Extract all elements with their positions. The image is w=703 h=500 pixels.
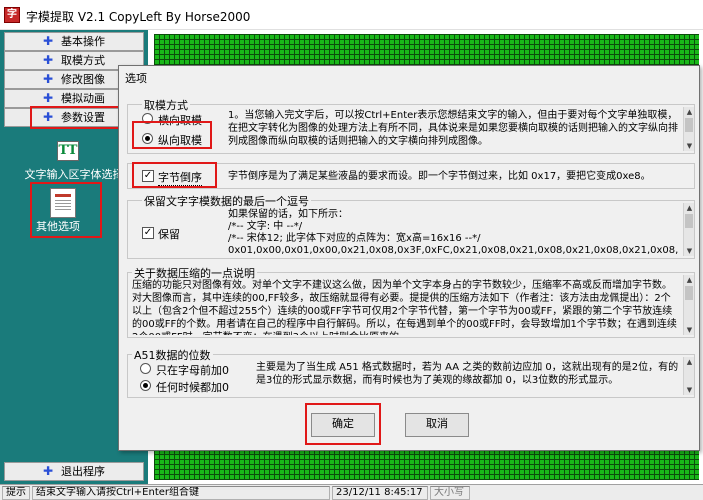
dialog-title: 选项: [125, 72, 147, 85]
sidebar-item-label: 取模方式: [61, 54, 105, 67]
keep-comma-group: 保留文字字模数据的最后一个逗号 ✓ 保留 如果保留的话，如下所示： /*-- 文…: [127, 193, 695, 259]
group-title: 取模方式: [142, 97, 190, 113]
status-caps: 大小写: [430, 486, 470, 500]
app-icon: 字: [4, 7, 20, 23]
highlight-other-options: [30, 182, 102, 238]
sidebar-item-label: 修改图像: [61, 73, 105, 86]
mode-group: 取模方式 横向取模 纵向取模 1。当您输入完文字后，可以按Ctrl+Enter表…: [127, 97, 695, 154]
plus-icon: ✚: [42, 91, 54, 105]
sidebar-item-label: 基本操作: [61, 35, 105, 48]
title-bar: 字 字模提取 V2.1 CopyLeft By Horse2000: [0, 0, 703, 30]
main-window: 字 字模提取 V2.1 CopyLeft By Horse2000 ✚ 基本操作…: [0, 0, 703, 500]
compress-description: 压缩的功能只对图像有效。对单个文字不建议这么做，因为单个文字本身占的字节数较少，…: [132, 280, 677, 335]
mode-description: 1。当您输入完文字后，可以按Ctrl+Enter表示您想结束文字的输入，但由于要…: [228, 110, 678, 147]
byte-reverse-description: 字节倒序是为了满足某些液晶的要求而设。即一个字节倒过来，比如 0x17，要把它变…: [228, 171, 651, 182]
exit-label: 退出程序: [61, 465, 105, 478]
window-title: 字模提取 V2.1 CopyLeft By Horse2000: [26, 10, 251, 24]
keep-comma-label[interactable]: 保留: [158, 226, 180, 242]
cancel-button[interactable]: 取消: [405, 413, 469, 437]
plus-icon: ✚: [42, 53, 54, 67]
highlight-ok-button: [305, 403, 381, 445]
exit-button[interactable]: ✚ 退出程序: [4, 462, 144, 481]
plus-icon: ✚: [42, 72, 54, 86]
keep-scrollbar[interactable]: ▲ ▼: [683, 203, 694, 256]
a51-scrollbar[interactable]: ▲ ▼: [683, 357, 694, 395]
keep-line: 0x01,0x00,0x01,0x00,0x21,0x08,0x3F,0xFC,…: [228, 245, 679, 256]
a51-group: A51数据的位数 只在字母前加0 任何时候都加0 主要是为了当生成 A51 格式…: [127, 347, 695, 398]
mode-scrollbar[interactable]: ▲ ▼: [683, 107, 694, 151]
plus-icon: ✚: [42, 34, 54, 48]
highlight-vertical-mode: [132, 121, 212, 149]
sidebar-item-label: 模拟动画: [61, 92, 105, 105]
group-title: 保留文字字模数据的最后一个逗号: [142, 193, 311, 209]
group-title: A51数据的位数: [132, 347, 213, 363]
status-datetime: 23/12/11 8:45:17: [332, 486, 428, 500]
a51-description: 主要是为了当生成 A51 格式数据时，若为 AA 之类的数前边应加 0，这就出现…: [256, 362, 679, 386]
highlight-byte-reverse: [132, 162, 217, 188]
status-tip-label: 提示: [2, 486, 30, 500]
compress-group: 关于数据压缩的一点说明 压缩的功能只对图像有效。对单个文字不建议这么做，因为单个…: [127, 265, 695, 338]
font-icon[interactable]: TT: [57, 141, 79, 161]
plus-icon: ✚: [42, 464, 54, 478]
radio-letter-prefix[interactable]: [140, 363, 151, 374]
status-bar: 提示 结束文字输入请按Ctrl+Enter组合键 23/12/11 8:45:1…: [0, 484, 703, 500]
options-dialog: 选项 取模方式 横向取模 纵向取模 1。当您输入完文字后，可以按Ctrl+Ent…: [118, 65, 700, 451]
highlight-settings: [30, 106, 132, 129]
radio-always-prefix-label[interactable]: 任何时候都加0: [156, 379, 229, 395]
radio-letter-prefix-label[interactable]: 只在字母前加0: [156, 362, 229, 378]
status-message: 结束文字输入请按Ctrl+Enter组合键: [32, 486, 330, 500]
compress-scrollbar[interactable]: ▲ ▼: [683, 275, 694, 335]
keep-comma-checkbox[interactable]: ✓: [142, 227, 154, 239]
sidebar-item-basic-ops[interactable]: ✚ 基本操作: [4, 32, 144, 51]
radio-always-prefix[interactable]: [140, 380, 151, 391]
